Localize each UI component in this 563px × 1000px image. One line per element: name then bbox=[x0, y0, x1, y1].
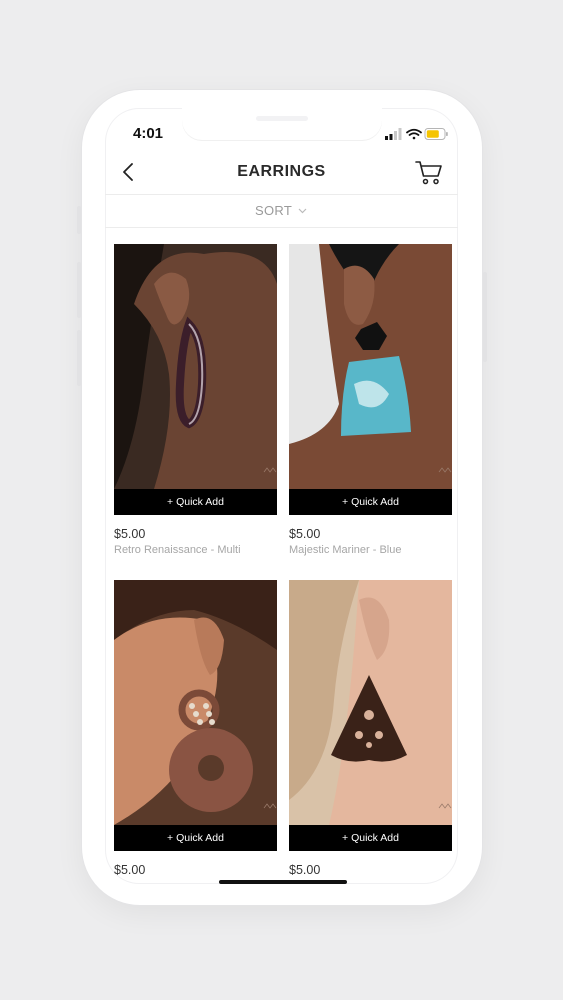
product-name[interactable]: Retro Renaissance - Multi bbox=[114, 544, 241, 556]
cart-icon[interactable] bbox=[415, 160, 443, 186]
product-price: $5.00 bbox=[289, 527, 321, 541]
product-price: $5.00 bbox=[289, 863, 321, 877]
home-indicator[interactable] bbox=[219, 880, 347, 884]
phone-notch bbox=[182, 108, 382, 140]
product-image[interactable] bbox=[114, 580, 277, 825]
status-icons bbox=[385, 128, 448, 140]
phone-volume-up bbox=[77, 262, 81, 318]
phone-speaker bbox=[256, 116, 308, 121]
product-image[interactable] bbox=[289, 580, 452, 825]
sort-label: SORT bbox=[255, 203, 293, 218]
battery-icon bbox=[424, 128, 448, 140]
signal-icon bbox=[385, 128, 402, 140]
chevron-down-icon bbox=[298, 208, 307, 213]
product-image[interactable] bbox=[114, 244, 277, 489]
quick-add-button[interactable]: + Quick Add bbox=[289, 825, 452, 851]
quick-add-button[interactable]: + Quick Add bbox=[114, 825, 277, 851]
wifi-icon bbox=[406, 128, 422, 140]
phone-power-button bbox=[483, 272, 487, 362]
quick-add-button[interactable]: + Quick Add bbox=[114, 489, 277, 515]
nav-bar: EARRINGS bbox=[105, 150, 458, 195]
quick-add-button[interactable]: + Quick Add bbox=[289, 489, 452, 515]
sort-bar: SORT bbox=[105, 195, 458, 228]
sort-button[interactable]: SORT bbox=[255, 203, 307, 218]
product-image[interactable] bbox=[289, 244, 452, 489]
product-price: $5.00 bbox=[114, 527, 146, 541]
status-time: 4:01 bbox=[133, 125, 164, 142]
product-name[interactable]: Majestic Mariner - Blue bbox=[289, 544, 401, 556]
product-price: $5.00 bbox=[114, 863, 146, 877]
phone-mute-switch bbox=[77, 206, 81, 234]
phone-volume-down bbox=[77, 330, 81, 386]
page-title: EARRINGS bbox=[237, 163, 326, 180]
